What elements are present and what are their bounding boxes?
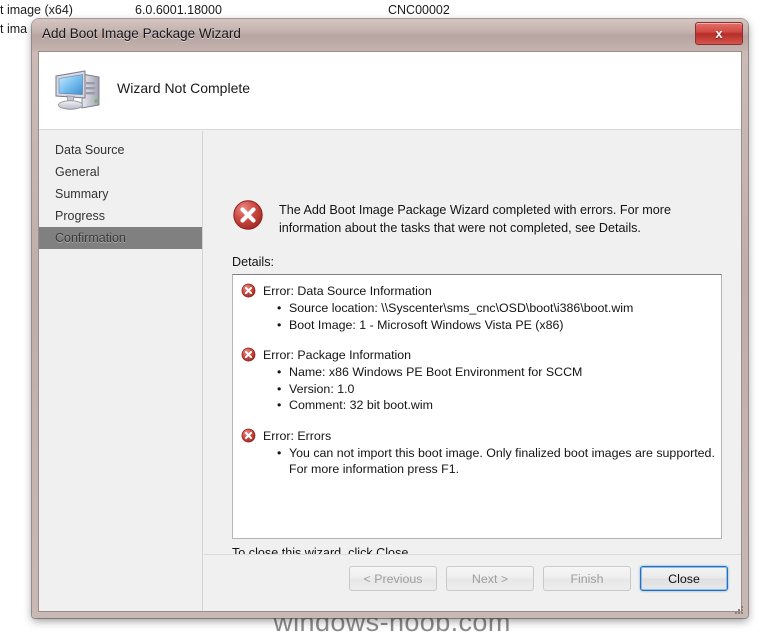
background-text-image-row2: t ima <box>0 22 28 36</box>
error-small-icon <box>241 428 256 442</box>
dialog-footer: < Previous Next > Finish Close <box>204 554 741 611</box>
error-group-heading: Error: Package Information <box>241 347 715 363</box>
wizard-content-pane: The Add Boot Image Package Wizard comple… <box>204 131 741 611</box>
sidebar-item-progress[interactable]: Progress <box>39 205 202 227</box>
previous-button[interactable]: < Previous <box>349 566 437 591</box>
close-button[interactable]: Close <box>640 566 728 591</box>
computer-icon <box>55 70 100 110</box>
error-group-heading-text: Error: Package Information <box>263 348 412 362</box>
resize-grip-icon[interactable] <box>733 604 745 616</box>
list-item: Comment: 32 bit boot.wim <box>277 397 715 414</box>
list-item: You can not import this boot image. Only… <box>277 445 715 478</box>
error-group-package-information: Error: Package Information Name: x86 Win… <box>241 347 715 414</box>
list-item: Source location: \\Syscenter\sms_cnc\OSD… <box>277 300 715 317</box>
dialog-body: Wizard Not Complete Data Source General … <box>38 51 742 612</box>
background-text-version: 6.0.6001.18000 <box>135 3 222 17</box>
details-label: Details: <box>232 255 274 269</box>
summary-message-text: The Add Boot Image Package Wizard comple… <box>279 203 671 235</box>
sidebar-item-summary[interactable]: Summary <box>39 183 202 205</box>
window-close-button[interactable]: x <box>695 22 743 45</box>
dialog-titlebar[interactable]: Add Boot Image Package Wizard x <box>32 19 748 51</box>
error-small-icon <box>241 283 256 298</box>
error-circle-icon <box>233 200 263 230</box>
next-button[interactable]: Next > <box>446 566 534 591</box>
finish-button[interactable]: Finish <box>543 566 631 591</box>
background-text-package-id: CNC00002 <box>388 3 450 17</box>
wizard-step-nav: Data Source General Summary Progress Con… <box>39 131 203 611</box>
error-group-bullets: Source location: \\Syscenter\sms_cnc\OSD… <box>241 300 715 333</box>
sidebar-item-confirmation[interactable]: Confirmation <box>39 227 202 249</box>
list-item: Boot Image: 1 - Microsoft Windows Vista … <box>277 317 715 334</box>
add-boot-image-package-wizard-dialog: Add Boot Image Package Wizard x Wizard N… <box>32 19 748 618</box>
details-list-panel[interactable]: Error: Data Source Information Source lo… <box>232 274 722 539</box>
background-text-image-x64: t image (x64) <box>0 3 73 17</box>
list-item: Name: x86 Windows PE Boot Environment fo… <box>277 364 715 381</box>
error-group-heading-text: Error: Data Source Information <box>263 284 432 298</box>
error-small-icon <box>241 347 256 362</box>
error-group-data-source: Error: Data Source Information Source lo… <box>241 283 715 333</box>
error-group-bullets: Name: x86 Windows PE Boot Environment fo… <box>241 364 715 414</box>
close-icon: x <box>715 26 723 41</box>
error-group-heading: Error: Data Source Information <box>241 283 715 299</box>
error-group-heading-text: Error: Errors <box>263 428 332 443</box>
dialog-title: Add Boot Image Package Wizard <box>42 26 241 41</box>
error-group-bullets: You can not import this boot image. Only… <box>241 445 715 478</box>
wizard-button-row: < Previous Next > Finish Close <box>349 566 728 591</box>
error-group-errors: Error: Errors You can not import this bo… <box>241 428 715 478</box>
error-group-heading: Error: Errors <box>241 428 715 444</box>
wizard-header-title: Wizard Not Complete <box>117 80 251 96</box>
sidebar-item-data-source[interactable]: Data Source <box>39 139 202 161</box>
list-item: Version: 1.0 <box>277 381 715 398</box>
sidebar-item-general[interactable]: General <box>39 161 202 183</box>
wizard-header-banner: Wizard Not Complete <box>39 52 741 130</box>
